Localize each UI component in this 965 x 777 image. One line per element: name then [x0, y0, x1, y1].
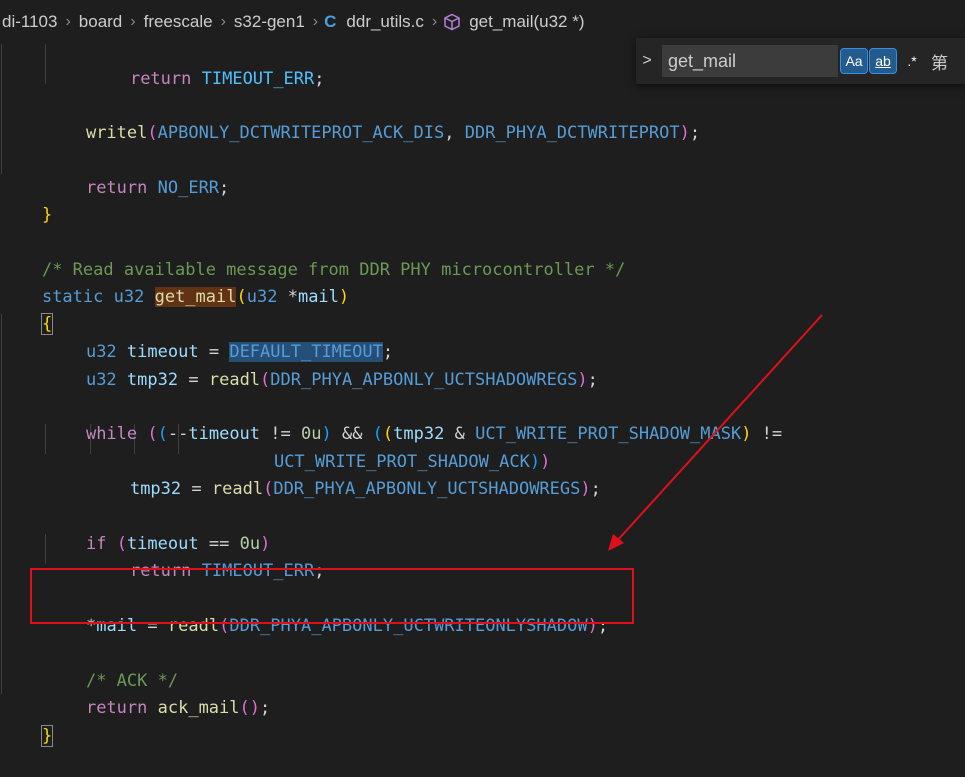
red-arrow-annotation	[608, 314, 823, 551]
